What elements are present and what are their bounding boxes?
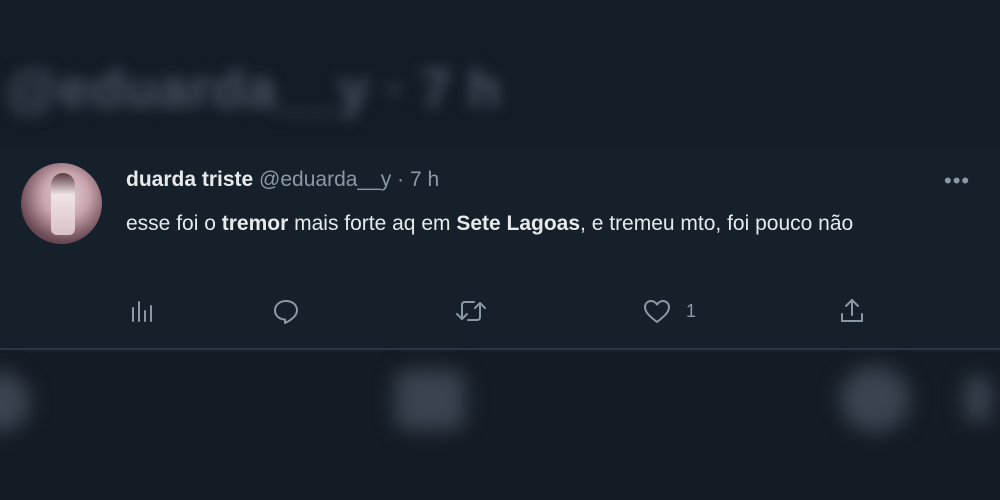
retweet-button[interactable] — [455, 296, 487, 326]
tweet-text-bold: Sete Lagoas — [456, 212, 581, 235]
share-button[interactable] — [838, 296, 866, 326]
tweet-card[interactable]: duarda triste @eduarda__y · 7 h ••• esse… — [0, 146, 1000, 350]
avatar-figure — [51, 173, 75, 235]
analytics-button[interactable] — [130, 296, 156, 326]
share-upload-icon — [841, 299, 863, 322]
more-options-icon[interactable]: ••• — [944, 168, 970, 194]
divider — [0, 348, 1000, 350]
author-handle[interactable]: @eduarda__y — [259, 168, 391, 191]
blurred-icon — [0, 372, 30, 432]
screenshot-stage: @eduarda__y · 7 h duarda triste @eduarda… — [0, 0, 1000, 500]
tweet-text-part: esse foi o — [126, 212, 222, 235]
blurred-background-bottom — [0, 352, 1000, 500]
tweet-timestamp[interactable]: 7 h — [410, 168, 439, 191]
heart-icon — [644, 300, 670, 323]
blurred-handle-text: @eduarda__y · 7 h — [6, 59, 502, 119]
blurred-icon — [395, 370, 465, 430]
tweet-text-part: , e tremeu mto, foi pouco não — [580, 212, 854, 235]
retweet-icon — [456, 301, 486, 321]
blurred-icon — [965, 376, 991, 422]
tweet-text-bold: tremor — [221, 212, 289, 235]
avatar[interactable] — [21, 163, 102, 244]
author-name[interactable]: duarda triste — [126, 168, 253, 191]
tweet-text: esse foi o tremor mais forte aq em Sete … — [126, 206, 946, 241]
blurred-icon — [840, 366, 910, 432]
bar-chart-icon — [132, 301, 152, 322]
reply-button[interactable] — [272, 296, 300, 326]
like-button[interactable]: 1 — [642, 296, 696, 326]
tweet-text-part: mais forte aq em — [288, 212, 457, 235]
tweet-header: duarda triste @eduarda__y · 7 h — [126, 168, 439, 192]
like-count: 1 — [686, 300, 697, 321]
separator-dot: · — [397, 168, 405, 191]
speech-bubble-icon — [274, 300, 298, 324]
tweet-actions: 1 — [0, 296, 1000, 326]
